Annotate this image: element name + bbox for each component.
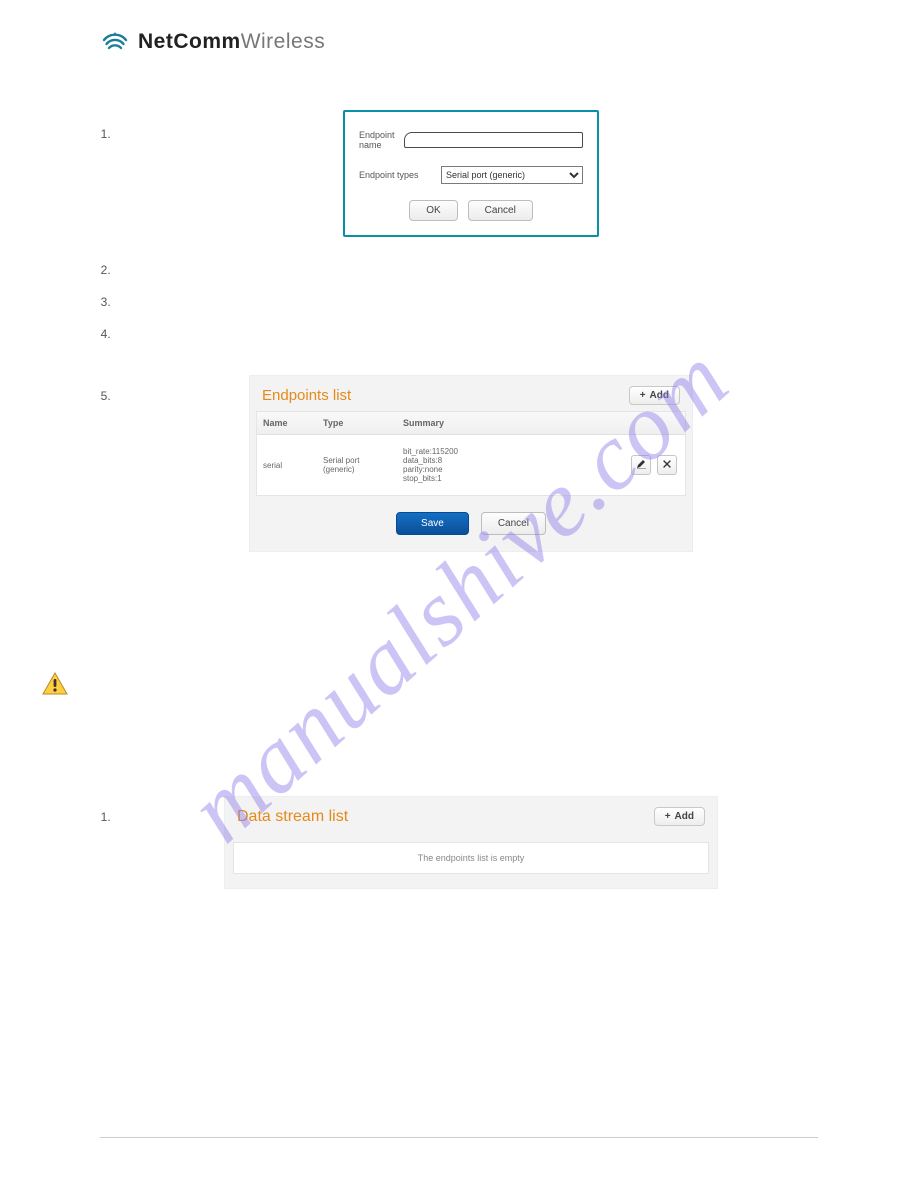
cell-summary: bit_rate:115200 data_bits:8 parity:none … xyxy=(397,435,625,495)
brand-text: NetCommWireless xyxy=(138,30,325,54)
save-button[interactable]: Save xyxy=(396,512,469,535)
warning-icon xyxy=(42,672,818,696)
step-item xyxy=(114,295,818,309)
step-item xyxy=(114,327,818,341)
endpoints-table: Name Type Summary serial Serial port (ge… xyxy=(256,411,686,496)
add-label: Add xyxy=(650,390,669,401)
endpoint-types-select[interactable]: Serial port (generic) xyxy=(441,166,583,184)
add-label: Add xyxy=(675,811,694,822)
col-name: Name xyxy=(257,412,317,434)
cell-name: serial xyxy=(257,435,317,495)
step-item: Endpoint name Endpoint types Serial port… xyxy=(114,110,818,237)
col-type: Type xyxy=(317,412,397,434)
delete-button[interactable] xyxy=(657,455,677,475)
steps-list-a: Endpoint name Endpoint types Serial port… xyxy=(114,110,818,552)
wifi-arc-icon xyxy=(100,31,130,53)
brand-bold: NetComm xyxy=(138,30,241,53)
cancel-button[interactable]: Cancel xyxy=(468,200,533,221)
step-item xyxy=(114,263,818,277)
endpoint-name-input[interactable] xyxy=(404,132,583,148)
ok-button[interactable]: OK xyxy=(409,200,457,221)
cancel-button[interactable]: Cancel xyxy=(481,512,546,535)
footer-rule xyxy=(100,1137,818,1138)
data-stream-title: Data stream list xyxy=(237,808,348,826)
brand-light: Wireless xyxy=(241,30,326,53)
brand-logo: NetCommWireless xyxy=(100,30,818,54)
cell-actions xyxy=(625,435,685,495)
steps-list-b: Data stream list + Add The endpoints lis… xyxy=(114,796,818,889)
col-summary: Summary xyxy=(397,412,625,434)
endpoint-name-label: Endpoint name xyxy=(359,130,404,150)
endpoint-modal: Endpoint name Endpoint types Serial port… xyxy=(343,110,599,237)
endpoint-types-label: Endpoint types xyxy=(359,170,441,180)
add-endpoint-button[interactable]: + Add xyxy=(629,386,680,405)
table-header: Name Type Summary xyxy=(257,412,685,435)
endpoints-list-panel: Endpoints list + Add Name Type Summary s… xyxy=(249,375,693,552)
endpoints-list-title: Endpoints list xyxy=(262,387,351,404)
close-icon xyxy=(663,460,671,471)
plus-icon: + xyxy=(665,811,671,822)
edit-button[interactable] xyxy=(631,455,651,475)
cell-type: Serial port (generic) xyxy=(317,435,397,495)
step-item: Data stream list + Add The endpoints lis… xyxy=(114,796,818,889)
plus-icon: + xyxy=(640,390,646,401)
empty-message: The endpoints list is empty xyxy=(233,842,709,874)
data-stream-panel: Data stream list + Add The endpoints lis… xyxy=(224,796,718,889)
pencil-icon xyxy=(636,459,646,472)
step-item: Endpoints list + Add Name Type Summary s… xyxy=(114,375,818,552)
table-row: serial Serial port (generic) bit_rate:11… xyxy=(257,435,685,495)
add-stream-button[interactable]: + Add xyxy=(654,807,705,826)
col-actions xyxy=(625,412,685,434)
